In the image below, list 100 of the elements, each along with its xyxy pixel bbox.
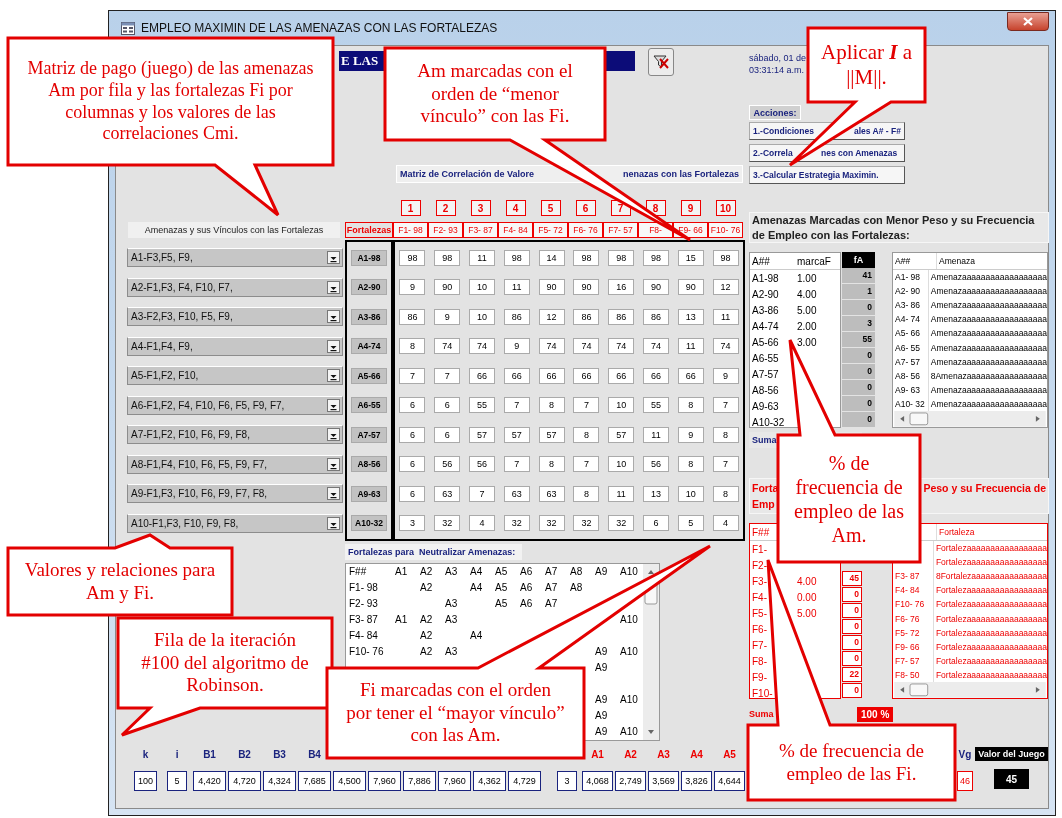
dropdown[interactable]: A2-F1,F3, F4, F10, F7, bbox=[127, 277, 343, 297]
table-cell-text: Fortalezaaaaaaaaaaaaaaaaa bbox=[934, 556, 1047, 567]
action-button[interactable]: 3.-Calcular Estrategia Maximin. bbox=[749, 166, 905, 184]
frequency-cell: 0 bbox=[842, 380, 875, 396]
column-number: 3 bbox=[470, 200, 491, 216]
dropdown[interactable]: A10-F1,F3, F10, F9, F8, bbox=[127, 513, 343, 533]
dropdown[interactable]: A9-F1,F3, F10, F6, F9, F7, F8, bbox=[127, 484, 343, 503]
table-cell-text: F3- bbox=[751, 575, 768, 587]
caret-icon bbox=[327, 428, 340, 441]
value-cell: 6 bbox=[399, 485, 426, 502]
column-header: fA bbox=[842, 252, 875, 268]
frequency-cell: 0 bbox=[842, 364, 875, 380]
horizontal-scrollbar[interactable] bbox=[893, 682, 1047, 699]
clear-filter-button[interactable] bbox=[648, 48, 674, 76]
column-header: A8 bbox=[569, 566, 584, 577]
frequency-cell: 0 bbox=[842, 412, 875, 428]
table-cell: 1.00 bbox=[797, 272, 817, 284]
value-cell: 63 bbox=[503, 485, 530, 502]
value-cell: 7 bbox=[434, 367, 461, 384]
value-cell: 66 bbox=[503, 367, 530, 384]
panel-title-text: Emp bbox=[752, 498, 775, 510]
row-label: A8-56 bbox=[351, 456, 387, 472]
table-cell: A7 bbox=[545, 598, 558, 609]
dropdown[interactable]: A1-F3,F5, F9, bbox=[127, 248, 343, 267]
value-cell: 90 bbox=[573, 279, 600, 295]
value-cell: 13 bbox=[677, 308, 704, 325]
value-cell: 90 bbox=[677, 279, 704, 295]
table-cell-text: A9-63 bbox=[751, 400, 780, 412]
table-cell: A2- 90 bbox=[893, 283, 929, 299]
horizontal-scrollbar[interactable] bbox=[893, 411, 1047, 428]
time-text: 03:31:14 a.m. bbox=[749, 64, 805, 76]
matrix-heading: nenazas con las Fortalezas bbox=[622, 169, 739, 179]
matrix-heading: Matriz de Correlación de Valore bbox=[400, 169, 535, 179]
value-cell: 66 bbox=[573, 367, 600, 384]
dropdown[interactable]: A7-F1,F2, F10, F6, F9, F8, bbox=[127, 425, 343, 444]
value-cell: 8 bbox=[677, 456, 704, 472]
table-cell: A10 bbox=[620, 726, 638, 737]
table-cell-text: Fortalezaaaaaaaaaaaaaaaaa bbox=[934, 656, 1047, 667]
column-number: 4 bbox=[505, 200, 526, 216]
column-header: A2 bbox=[419, 566, 434, 577]
dropdown[interactable]: A6-F1,F2, F4, F10, F6, F5, F9, F7, bbox=[127, 395, 343, 415]
table-cell: A7- 57 bbox=[893, 354, 929, 369]
value-cell: 32 bbox=[573, 515, 600, 531]
column-number: 2 bbox=[435, 200, 456, 216]
table-cell-text: Amenazaaaaaaaaaaaaaaaaaa bbox=[929, 385, 1047, 396]
section-label: Amenazas y sus Vínculos con las Fortalezas bbox=[128, 222, 340, 238]
value-cell: 6 bbox=[643, 515, 669, 531]
row-label: A2-90 bbox=[351, 279, 387, 295]
table-cell: F6- 76 bbox=[895, 613, 920, 624]
dropdown[interactable]: A4-F1,F4, F9, bbox=[127, 336, 343, 356]
table-cell: A9 bbox=[595, 694, 608, 705]
value-cell: 98 bbox=[712, 249, 739, 266]
frequency-cell: 0 bbox=[842, 651, 862, 666]
column-label: A5 bbox=[723, 749, 736, 760]
caret-icon bbox=[327, 251, 340, 264]
dropdown[interactable]: A3-F2,F3, F10, F5, F9, bbox=[127, 307, 343, 326]
value-cell: 14 bbox=[538, 249, 565, 266]
table-cell: A3 bbox=[445, 598, 458, 609]
close-icon bbox=[1023, 16, 1033, 26]
value-cell: 6 bbox=[434, 426, 461, 443]
value-cell: 11 bbox=[469, 249, 495, 266]
column-header: A5 bbox=[494, 566, 509, 577]
value-cell: 8 bbox=[573, 426, 600, 443]
value-cell: 55 bbox=[643, 397, 669, 413]
frequency-cell: 55 bbox=[842, 332, 875, 348]
dropdown[interactable]: A5-F1,F2, F10, bbox=[127, 366, 343, 385]
dropdown[interactable]: A8-F1,F4, F10, F6, F5, F9, F7, bbox=[127, 454, 343, 474]
vertical-scrollbar[interactable] bbox=[643, 563, 659, 740]
table-cell: F10- 76 bbox=[895, 599, 925, 610]
table-cell-text: F4- bbox=[751, 591, 768, 603]
frequency-cell: 45 bbox=[842, 571, 862, 586]
row-label: A6-55 bbox=[351, 397, 387, 413]
table-cell: A9- 63 bbox=[893, 383, 929, 398]
row-label: A10-32 bbox=[351, 515, 387, 531]
table-cell: F10- 76 bbox=[349, 646, 384, 657]
table-cell: F7- 57 bbox=[895, 656, 920, 667]
value-cell: 66 bbox=[469, 367, 495, 384]
table-cell: A8- 56 bbox=[893, 368, 929, 383]
table-cell: F5- 72 bbox=[895, 627, 920, 638]
value-cell: 7 bbox=[503, 397, 530, 413]
value-cell: 11 bbox=[643, 426, 669, 443]
value-cell: 74 bbox=[538, 338, 565, 354]
column-header: A3 bbox=[444, 566, 459, 577]
value-cell: 55 bbox=[469, 397, 495, 413]
table-cell-text: 8Amenazaaaaaaaaaaaaaaaaa bbox=[929, 370, 1047, 381]
value-cell: 98 bbox=[573, 249, 600, 266]
table-cell: A2 bbox=[420, 646, 433, 657]
close-button[interactable] bbox=[1007, 11, 1049, 31]
column-header: A9 bbox=[594, 566, 609, 577]
column-header: Amenaza bbox=[938, 255, 975, 266]
value-cell: 66 bbox=[538, 367, 565, 384]
column-number: 9 bbox=[680, 200, 701, 216]
window-icon bbox=[121, 21, 135, 35]
action-button[interactable]: 2.-Correla nes con Amenazas bbox=[749, 144, 905, 162]
value-cell: 90 bbox=[643, 279, 669, 295]
value-cell: 90 bbox=[538, 279, 565, 295]
frequency-cell: 1 bbox=[842, 284, 875, 300]
value-cell: 98 bbox=[434, 249, 461, 266]
column-number: 5 bbox=[540, 200, 561, 216]
value-cell: 7 bbox=[503, 456, 530, 472]
